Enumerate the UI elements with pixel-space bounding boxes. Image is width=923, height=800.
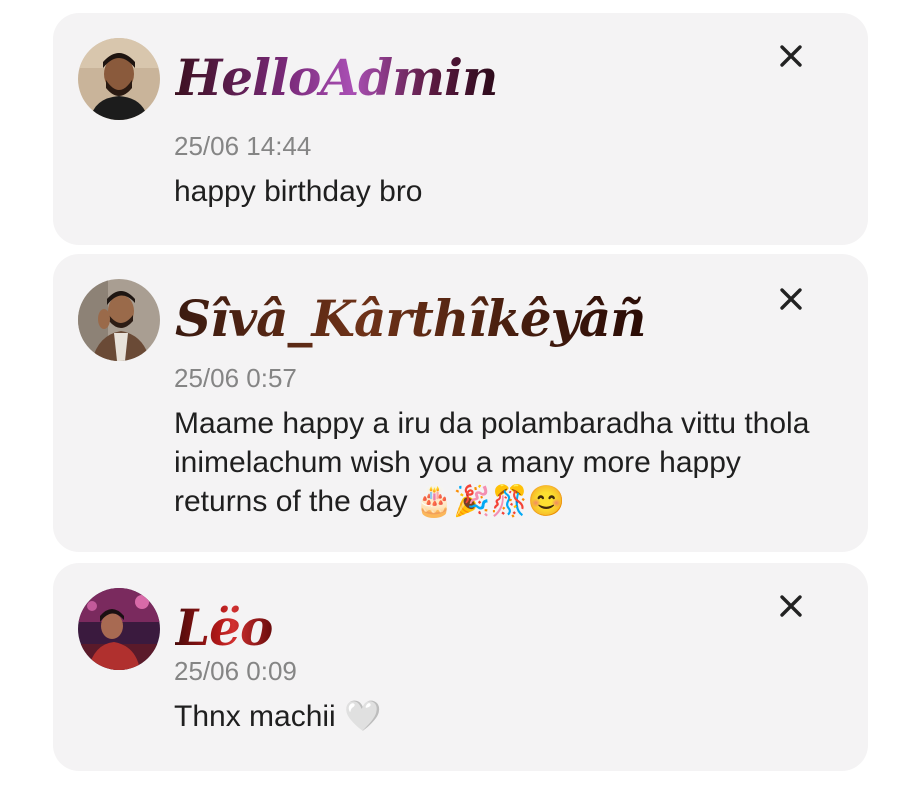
comment-message: happy birthday bro [174,175,423,208]
comment-timestamp: 25/06 0:57 [174,363,297,393]
username[interactable]: HelloAdmin [175,46,498,110]
close-icon [780,45,802,67]
delete-comment-button[interactable] [773,38,809,74]
avatar-photo-icon [78,38,160,120]
username[interactable]: Sîvâ_Kârthîkêyâñ [175,287,646,351]
comment-message: Thnx machii 🤍 [174,700,382,733]
comment-card: Sîvâ_Kârthîkêyâñ 25/06 0:57 Maame happy … [53,254,868,552]
close-icon [780,595,802,617]
delete-comment-button[interactable] [773,588,809,624]
username[interactable]: Lëo [175,596,273,660]
avatar-photo-icon [78,279,160,361]
user-avatar[interactable] [78,38,160,120]
comment-list: HelloAdmin 25/06 14:44 happy birthday br… [0,0,923,800]
comment-card: Lëo 25/06 0:09 Thnx machii 🤍 [53,563,868,771]
delete-comment-button[interactable] [773,281,809,317]
comment-message: Maame happy a iru da polambaradha vittu … [174,407,810,518]
comment-timestamp: 25/06 0:09 [174,656,297,686]
close-icon [780,288,802,310]
user-avatar[interactable] [78,279,160,361]
comment-card: HelloAdmin 25/06 14:44 happy birthday br… [53,13,868,245]
avatar-photo-icon [78,588,160,670]
comment-timestamp: 25/06 14:44 [174,131,312,161]
user-avatar[interactable] [78,588,160,670]
